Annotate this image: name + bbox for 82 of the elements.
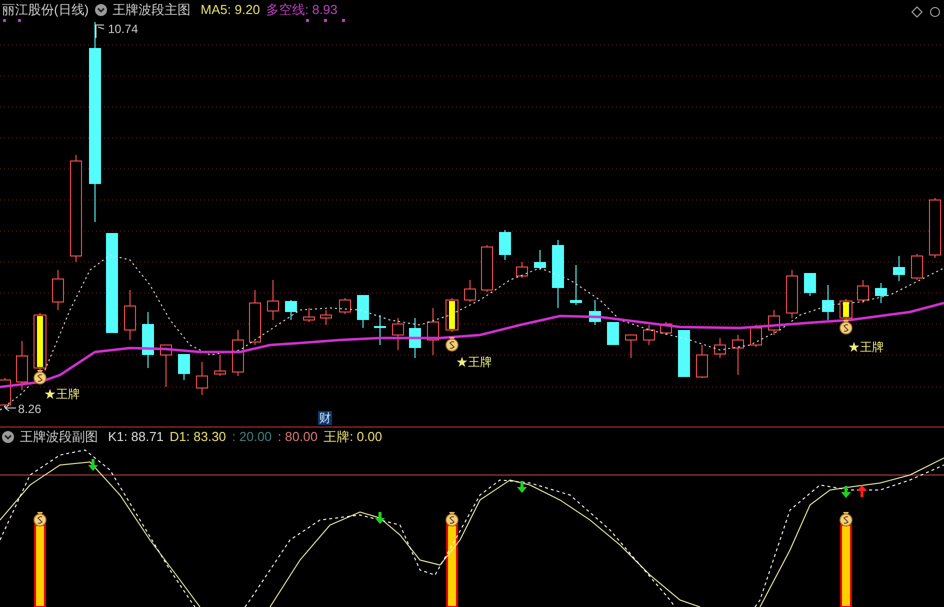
candlestick — [911, 254, 923, 280]
candlestick — [822, 284, 834, 320]
chevron-down-icon[interactable] — [94, 4, 107, 16]
candlestick — [320, 310, 332, 326]
candlestick — [427, 308, 439, 356]
candlestick — [409, 318, 421, 358]
high-price-pointer-icon — [96, 24, 104, 38]
trend-line-value: 多空线: 8.93 — [266, 3, 338, 16]
signal-label: ★王牌 — [456, 355, 492, 369]
candlestick — [464, 280, 476, 302]
indicator-value: D1: 83.30 — [170, 430, 226, 443]
candlestick — [392, 318, 404, 350]
signal-label: ★王牌 — [44, 387, 80, 401]
candlestick — [875, 282, 887, 304]
candlestick — [499, 230, 511, 260]
candlestick — [214, 354, 226, 376]
candlestick — [678, 330, 690, 378]
candlestick — [516, 262, 528, 278]
circle-icon[interactable] — [929, 6, 941, 18]
candlestick — [552, 240, 564, 308]
candlestick — [840, 298, 852, 320]
candlestick — [732, 334, 744, 376]
candlestick — [124, 290, 136, 340]
candlestick — [232, 330, 244, 376]
candlestick — [285, 300, 297, 320]
candlestick — [249, 290, 261, 346]
chart-title: 丽江股份(日线) — [2, 3, 89, 16]
candlestick — [857, 280, 869, 304]
candlestick — [52, 270, 64, 310]
money-bag-icon — [34, 512, 46, 526]
candlestick — [142, 312, 154, 368]
money-bag-icon — [446, 337, 458, 352]
candlestick — [534, 250, 546, 270]
chevron-down-icon[interactable] — [2, 430, 14, 442]
candlestick — [786, 270, 798, 318]
money-bag-icon — [446, 512, 458, 526]
candlestick — [357, 294, 369, 328]
candlestick — [178, 354, 190, 380]
candlestick — [16, 340, 28, 390]
candlestick — [570, 264, 582, 306]
up-arrow-icon — [857, 485, 867, 497]
down-arrow-icon — [375, 512, 385, 524]
down-arrow-icon — [517, 481, 527, 493]
candlestick — [0, 378, 11, 408]
candlestick — [589, 300, 601, 326]
indicator-value: 王牌: 0.00 — [324, 430, 382, 443]
candlestick — [804, 272, 816, 296]
money-bag-icon — [840, 512, 852, 526]
candlestick — [481, 244, 493, 292]
candlestick — [768, 310, 780, 336]
candlestick — [643, 324, 655, 346]
down-arrow-icon — [88, 459, 98, 471]
money-bag-icon — [840, 320, 852, 334]
indicator-value: : 80.00 — [278, 430, 318, 443]
candlestick — [34, 312, 46, 370]
high-price-label: 10.74 — [108, 22, 138, 36]
indicator-value: K1: 88.71 — [108, 430, 164, 443]
chart-marker: 财 — [318, 411, 332, 425]
candlestick — [160, 344, 172, 388]
diamond-icon[interactable] — [911, 6, 923, 18]
indicator-value: : 20.00 — [232, 430, 272, 443]
candlestick — [750, 324, 762, 348]
candlestick — [929, 198, 941, 258]
signal-label: ★王牌 — [848, 340, 884, 354]
down-arrow-icon — [841, 486, 851, 498]
indicator-name: 王牌波段主图 — [112, 3, 191, 16]
candlestick — [267, 280, 279, 320]
candlestick — [625, 334, 637, 358]
candlestick — [714, 338, 726, 358]
candlestick — [303, 308, 315, 322]
candlestick — [374, 314, 386, 346]
low-price-pointer-icon — [4, 404, 16, 412]
candlestick — [446, 298, 458, 332]
candlestick — [607, 322, 619, 346]
money-bag-icon — [34, 370, 46, 384]
candlestick — [696, 344, 708, 378]
low-price-label: 8.26 — [18, 402, 42, 416]
indicator-name: 王牌波段副图 — [20, 430, 98, 443]
ma5-value: MA5: 9.20 — [200, 3, 260, 16]
candlestick — [893, 256, 905, 282]
candlestick — [339, 298, 351, 314]
candlestick — [196, 362, 208, 396]
